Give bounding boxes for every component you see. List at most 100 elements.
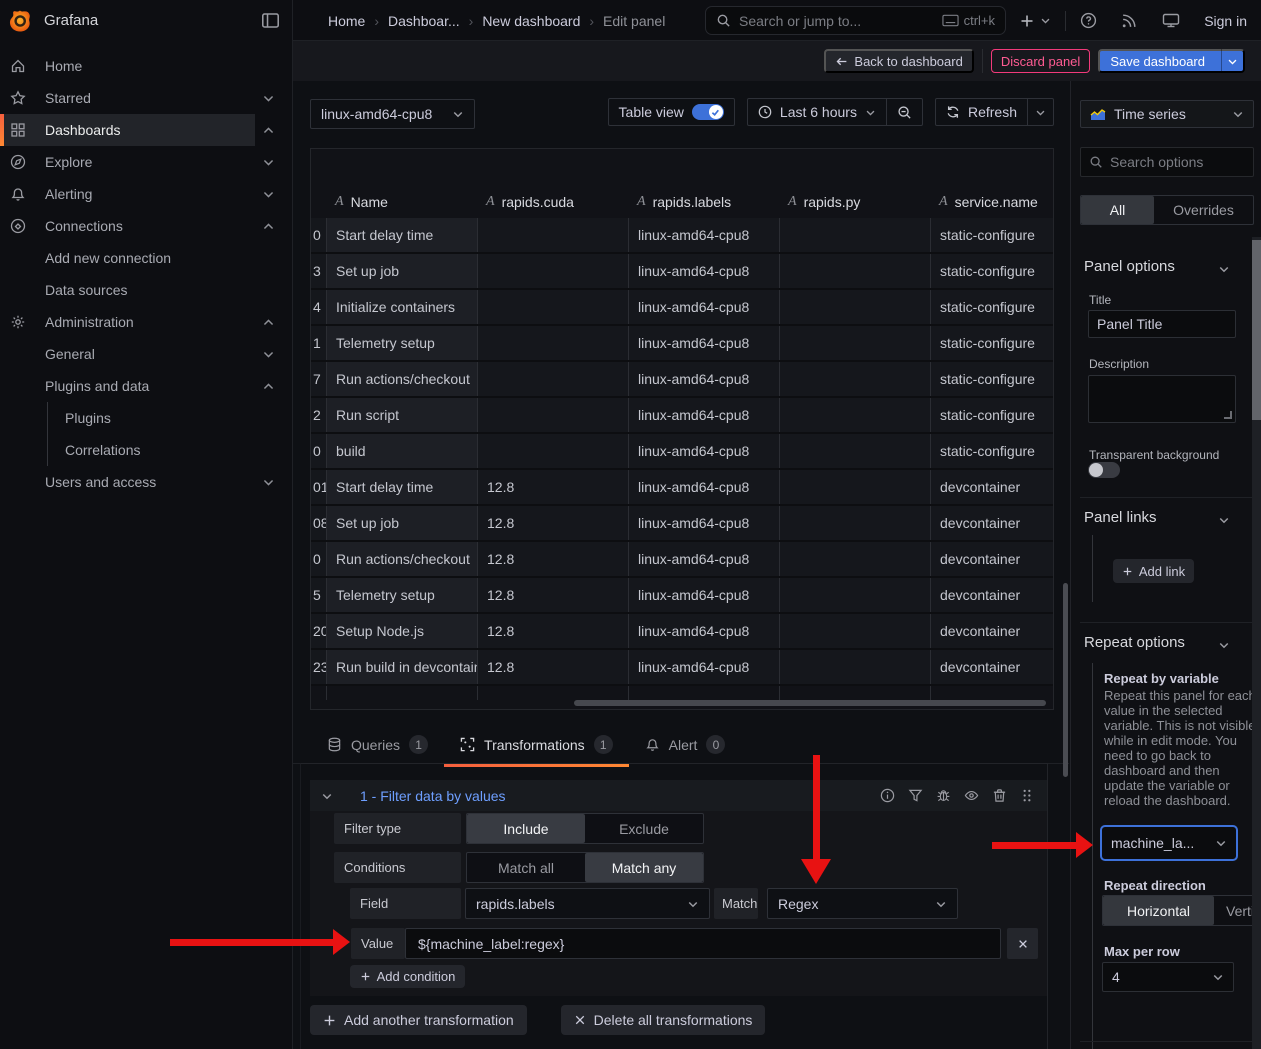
table-header-cell[interactable]: Arapids.py	[779, 185, 930, 218]
add-link-button[interactable]: Add link	[1113, 559, 1194, 583]
eye-icon[interactable]	[964, 788, 979, 803]
add-transformation-button[interactable]: Add another transformation	[310, 1005, 527, 1035]
transformation-title[interactable]: 1 - Filter data by values	[360, 788, 506, 804]
breadcrumb-dashboards[interactable]: Dashboar...	[388, 13, 460, 29]
table-row[interactable]: 5Telemetry setup12.8linux-amd64-cpu8devc…	[311, 578, 1053, 614]
tab-alert[interactable]: Alert 0	[629, 726, 742, 763]
tab-transformations[interactable]: Transformations 1	[444, 726, 629, 763]
include-option[interactable]: Include	[467, 814, 585, 843]
cell-name: Start delay time	[326, 470, 477, 504]
breadcrumb-home[interactable]: Home	[328, 13, 365, 29]
horizontal-option[interactable]: Horizontal	[1103, 896, 1214, 925]
save-options-caret[interactable]	[1221, 49, 1243, 73]
sidebar-item-label: Administration	[45, 314, 134, 330]
table-row[interactable]: 0Start delay timelinux-amd64-cpu8static-…	[311, 218, 1053, 254]
drag-handle-icon[interactable]	[1020, 788, 1034, 803]
match-any-option[interactable]: Match any	[585, 853, 703, 882]
sidebar-item-label: Explore	[45, 154, 92, 170]
sidebar-item-explore[interactable]: Explore	[0, 146, 292, 178]
table-row[interactable]: 1Telemetry setuplinux-amd64-cpu8static-c…	[311, 326, 1053, 362]
tab-all[interactable]: All	[1081, 196, 1154, 224]
panel-title-input[interactable]: Panel Title	[1088, 310, 1236, 338]
sidebar-item-starred[interactable]: Starred	[0, 82, 292, 114]
tab-queries[interactable]: Queries 1	[311, 726, 444, 763]
main-scrollbar[interactable]	[1063, 583, 1068, 777]
sidebar-item-plugins-and-data[interactable]: Plugins and data	[0, 370, 292, 402]
sidebar-item-data-sources[interactable]: Data sources	[0, 274, 292, 306]
max-per-row-select[interactable]: 4	[1102, 962, 1234, 992]
panel-links-header[interactable]: Panel links	[1084, 509, 1157, 526]
table-header-cell[interactable]: Aservice.name	[930, 185, 1053, 218]
sidebar-item-correlations[interactable]: Correlations	[0, 434, 292, 466]
sidebar-item-connections[interactable]: Connections	[0, 210, 292, 242]
sign-in-link[interactable]: Sign in	[1204, 13, 1247, 29]
table-row[interactable]: 08Set up job12.8linux-amd64-cpu8devconta…	[311, 506, 1053, 542]
table-row[interactable]: 20Setup Node.js12.8linux-amd64-cpu8devco…	[311, 614, 1053, 650]
horizontal-scrollbar[interactable]	[574, 700, 1046, 706]
table-row[interactable]: 23Run build in devcontainer12.8linux-amd…	[311, 650, 1053, 686]
sidebar-toggle-icon[interactable]	[261, 11, 280, 30]
sidebar-item-plugins[interactable]: Plugins	[0, 402, 292, 434]
add-button[interactable]	[1019, 13, 1051, 29]
delete-all-transformations-button[interactable]: Delete all transformations	[561, 1005, 766, 1035]
save-dashboard-button[interactable]: Save dashboard	[1098, 49, 1245, 73]
sidebar-item-add-new-connection[interactable]: Add new connection	[0, 242, 292, 274]
bug-icon[interactable]	[936, 788, 951, 803]
table-header-cell[interactable]: Arapids.cuda	[477, 185, 628, 218]
options-scrollbar-thumb[interactable]	[1252, 240, 1261, 420]
sidebar-item-general[interactable]: General	[0, 338, 292, 370]
value-input[interactable]: ${machine_label:regex}	[405, 928, 1001, 959]
sidebar-item-administration[interactable]: Administration	[0, 306, 292, 338]
table-header-cell[interactable]: AName	[326, 185, 477, 218]
cell-rapids-labels: linux-amd64-cpu8	[628, 434, 779, 468]
cell-rapids-labels: linux-amd64-cpu8	[628, 290, 779, 324]
field-select[interactable]: rapids.labels	[465, 888, 710, 919]
description-textarea[interactable]	[1088, 375, 1236, 423]
match-all-option[interactable]: Match all	[467, 853, 585, 882]
zoom-out-button[interactable]	[887, 99, 922, 125]
search-input[interactable]: Search or jump to... ctrl+k	[705, 6, 1006, 35]
refresh-button[interactable]: Refresh	[936, 99, 1027, 125]
discard-panel-button[interactable]: Discard panel	[991, 49, 1091, 73]
repeat-options-header[interactable]: Repeat options	[1084, 634, 1185, 651]
info-icon[interactable]	[880, 788, 895, 803]
tab-overrides[interactable]: Overrides	[1154, 196, 1253, 224]
table-row[interactable]: 0buildlinux-amd64-cpu8static-configure	[311, 434, 1053, 470]
time-range-button[interactable]: Last 6 hours	[748, 99, 886, 125]
sidebar-item-dashboards[interactable]: Dashboards	[0, 114, 292, 146]
table-row[interactable]: 3Set up joblinux-amd64-cpu8static-config…	[311, 254, 1053, 290]
news-icon[interactable]	[1121, 12, 1138, 29]
panel-variable-select[interactable]: linux-amd64-cpu8	[310, 99, 475, 129]
cell-service-name: devcontainer	[930, 506, 1053, 540]
visualization-select[interactable]: Time series	[1080, 100, 1254, 128]
exclude-option[interactable]: Exclude	[585, 814, 703, 843]
filter-icon[interactable]	[908, 788, 923, 803]
sidebar-item-home[interactable]: Home	[0, 50, 292, 82]
back-to-dashboard-button[interactable]: Back to dashboard	[824, 49, 973, 73]
help-icon[interactable]	[1080, 12, 1097, 29]
repeat-variable-select[interactable]: machine_la...	[1100, 825, 1238, 861]
match-select[interactable]: Regex	[767, 888, 958, 919]
sidebar-item-alerting[interactable]: Alerting	[0, 178, 292, 210]
field-type-icon: A	[486, 194, 495, 210]
table-row[interactable]: 01Start delay time12.8linux-amd64-cpu8de…	[311, 470, 1053, 506]
trash-icon[interactable]	[992, 788, 1007, 803]
breadcrumb-new-dashboard[interactable]: New dashboard	[482, 13, 580, 29]
table-row[interactable]: 2Run scriptlinux-amd64-cpu8static-config…	[311, 398, 1053, 434]
filter-type-label: Filter type	[334, 813, 461, 844]
sidebar-item-users-and-access[interactable]: Users and access	[0, 466, 292, 498]
transparent-background-toggle[interactable]	[1088, 462, 1120, 478]
refresh-interval-caret[interactable]	[1028, 99, 1053, 125]
options-search-input[interactable]: Search options	[1080, 147, 1254, 177]
table-view-toggle[interactable]	[692, 104, 724, 120]
monitor-icon[interactable]	[1162, 12, 1180, 29]
transformation-card-header[interactable]: 1 - Filter data by values	[310, 780, 1047, 811]
table-row[interactable]: 4Initialize containerslinux-amd64-cpu8st…	[311, 290, 1053, 326]
resize-handle[interactable]	[1224, 411, 1232, 419]
add-condition-button[interactable]: Add condition	[350, 965, 465, 988]
table-header-cell[interactable]: Arapids.labels	[628, 185, 779, 218]
clear-value-button[interactable]	[1007, 928, 1038, 959]
table-row[interactable]: 0Run actions/checkout12.8linux-amd64-cpu…	[311, 542, 1053, 578]
panel-options-header[interactable]: Panel options	[1084, 258, 1175, 275]
table-row[interactable]: 7Run actions/checkoutlinux-amd64-cpu8sta…	[311, 362, 1053, 398]
